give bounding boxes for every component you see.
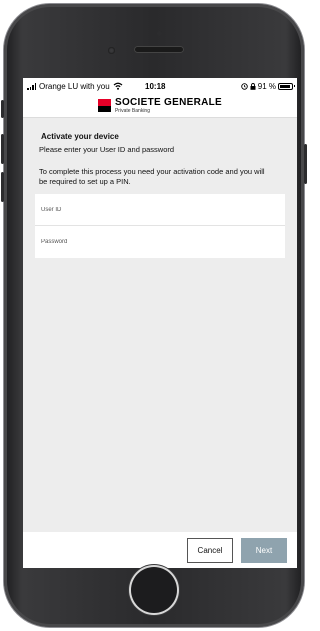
brand-header: SOCIETE GENERALE Private Banking: [23, 94, 297, 118]
status-bar: Orange LU with you 10:18 91 %: [23, 78, 297, 94]
page-subtitle: Please enter your User ID and password: [39, 145, 175, 154]
main-content: Activate your device Please enter your U…: [23, 132, 297, 258]
status-left: Orange LU with you: [27, 82, 145, 91]
mute-switch: [1, 100, 4, 118]
front-camera: [108, 47, 115, 54]
alarm-icon: [241, 82, 248, 90]
proximity-sensor: [157, 31, 162, 36]
lock-icon: [250, 82, 256, 90]
wifi-icon: [113, 82, 123, 90]
info-text: To complete this process you need your a…: [39, 167, 265, 186]
next-button[interactable]: Next: [241, 537, 287, 563]
password-input[interactable]: [41, 239, 285, 245]
clock-label: 10:18: [145, 81, 166, 91]
status-right: 91 %: [241, 81, 295, 91]
brand-name: SOCIETE GENERALE: [114, 96, 223, 108]
brand-subtitle: Private Banking: [114, 107, 150, 114]
societe-generale-logo-icon: [97, 99, 111, 112]
login-form: [35, 194, 285, 258]
earpiece-speaker: [134, 46, 184, 53]
battery-percent: 91 %: [257, 81, 276, 91]
page-title: Activate your device: [41, 132, 119, 141]
user-id-field[interactable]: [35, 194, 285, 226]
carrier-label: Orange LU with you: [39, 81, 110, 91]
action-bar: Cancel Next: [23, 532, 297, 568]
power-button: [304, 144, 307, 184]
home-button[interactable]: [131, 567, 177, 613]
app-screen: Orange LU with you 10:18 91 % SOCIETE GE…: [23, 78, 297, 568]
brand-text: SOCIETE GENERALE Private Banking: [114, 96, 223, 114]
password-field[interactable]: [35, 226, 285, 258]
user-id-input[interactable]: [41, 206, 285, 213]
cancel-button[interactable]: Cancel: [187, 537, 233, 563]
volume-up-button: [1, 134, 4, 164]
signal-icon: [27, 82, 36, 90]
battery-icon: [278, 82, 295, 90]
volume-down-button: [1, 172, 4, 202]
